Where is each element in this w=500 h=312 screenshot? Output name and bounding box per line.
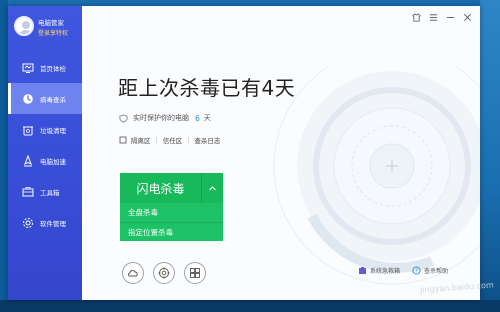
sidebar-item-label: 病毒查杀 [40,95,66,104]
custom-scan-option[interactable]: 指定位置杀毒 [120,222,223,241]
cloud-scan-button[interactable] [122,262,144,284]
sidebar-item-label: 电脑加速 [40,157,66,166]
sidebar-item-label: 首页体检 [40,64,66,73]
trash-icon [22,124,34,136]
sidebar-item-virus-scan[interactable]: 病毒查杀 [8,83,82,114]
sidebar: 电脑管家 登录享特权 首页体检 病毒查杀 垃圾清理 电脑加速 工具箱 软件管理 [8,6,82,300]
page-title: 距上次杀毒已有4天 [118,76,296,100]
sidebar-item-label: 软件管理 [40,219,66,228]
scan-help-label: 查杀帮助 [424,268,449,275]
monitor-icon [22,62,34,74]
sidebar-item-label: 垃圾清理 [40,126,66,135]
bottom-links: 系统急救箱 ? 查杀帮助 [358,266,460,275]
sidebar-item-software[interactable]: 软件管理 [8,207,82,238]
chevron-up-icon [209,185,216,190]
close-icon[interactable] [462,12,472,22]
quick-links: 隔离区 | 信任区 | 查杀日志 [119,135,220,145]
scan-dropdown-menu: 全盘杀毒 指定位置杀毒 [120,203,223,241]
sidebar-item-junk-clean[interactable]: 垃圾清理 [8,114,82,145]
sidebar-item-home-checkup[interactable]: 首页体检 [8,52,82,83]
protection-unit: 天 [203,114,211,122]
sidebar-item-speedup[interactable]: 电脑加速 [8,145,82,176]
desktop-background [0,0,8,312]
protection-days: 6 [195,113,200,123]
first-aid-label: 系统急救箱 [370,268,401,275]
rocket-icon [22,154,34,167]
main-panel: 距上次杀毒已有4天 实时保护你的电脑 6 天 隔离区 | 信任区 | 查杀日志 … [82,6,480,300]
cloud-icon [128,270,138,277]
trust-zone-link[interactable]: 信任区 [163,135,183,145]
scan-dropdown-toggle[interactable] [201,173,223,203]
quarantine-icon [119,136,127,144]
titlebar-controls [411,12,472,22]
tool-buttons [122,262,206,284]
first-aid-icon [359,267,366,274]
skin-icon[interactable] [411,12,421,22]
scan-log-link[interactable]: 查杀日志 [194,135,220,145]
first-aid-link[interactable]: 系统急救箱 [358,266,400,275]
sidebar-nav: 首页体检 病毒查杀 垃圾清理 电脑加速 工具箱 软件管理 [8,52,82,238]
shield-icon [119,113,128,123]
scan-help-link[interactable]: ? 查杀帮助 [412,266,448,275]
full-scan-option[interactable]: 全盘杀毒 [120,203,223,222]
protection-status: 实时保护你的电脑 6 天 [119,113,211,123]
target-scan-button[interactable] [153,262,175,284]
quarantine-link[interactable]: 隔离区 [131,135,151,145]
grid-icon [190,268,200,278]
app-window: 电脑管家 登录享特权 首页体检 病毒查杀 垃圾清理 电脑加速 工具箱 软件管理 … [8,6,480,300]
sidebar-item-label: 工具箱 [40,188,60,197]
shield-scan-icon [22,93,34,105]
sidebar-item-toolbox[interactable]: 工具箱 [8,176,82,207]
minimize-icon[interactable] [445,12,455,22]
avatar[interactable] [14,16,34,36]
protection-label: 实时保护你的电脑 [133,114,189,122]
help-icon: ? [412,266,421,275]
apps-icon [22,217,34,229]
toolbox-icon [22,186,34,198]
profile-name: 电脑管家 [38,19,64,27]
svg-text:?: ? [415,268,418,274]
target-icon [158,267,170,279]
scan-button-group: 闪电杀毒 全盘杀毒 指定位置杀毒 [120,173,223,241]
login-link[interactable]: 登录享特权 [38,28,68,37]
desktop-background-right [480,0,500,312]
quick-scan-button[interactable]: 闪电杀毒 [120,173,201,203]
menu-icon[interactable] [428,12,438,22]
grid-tool-button[interactable] [184,262,206,284]
taskbar-strip [0,300,500,312]
profile[interactable]: 电脑管家 登录享特权 [14,14,80,40]
